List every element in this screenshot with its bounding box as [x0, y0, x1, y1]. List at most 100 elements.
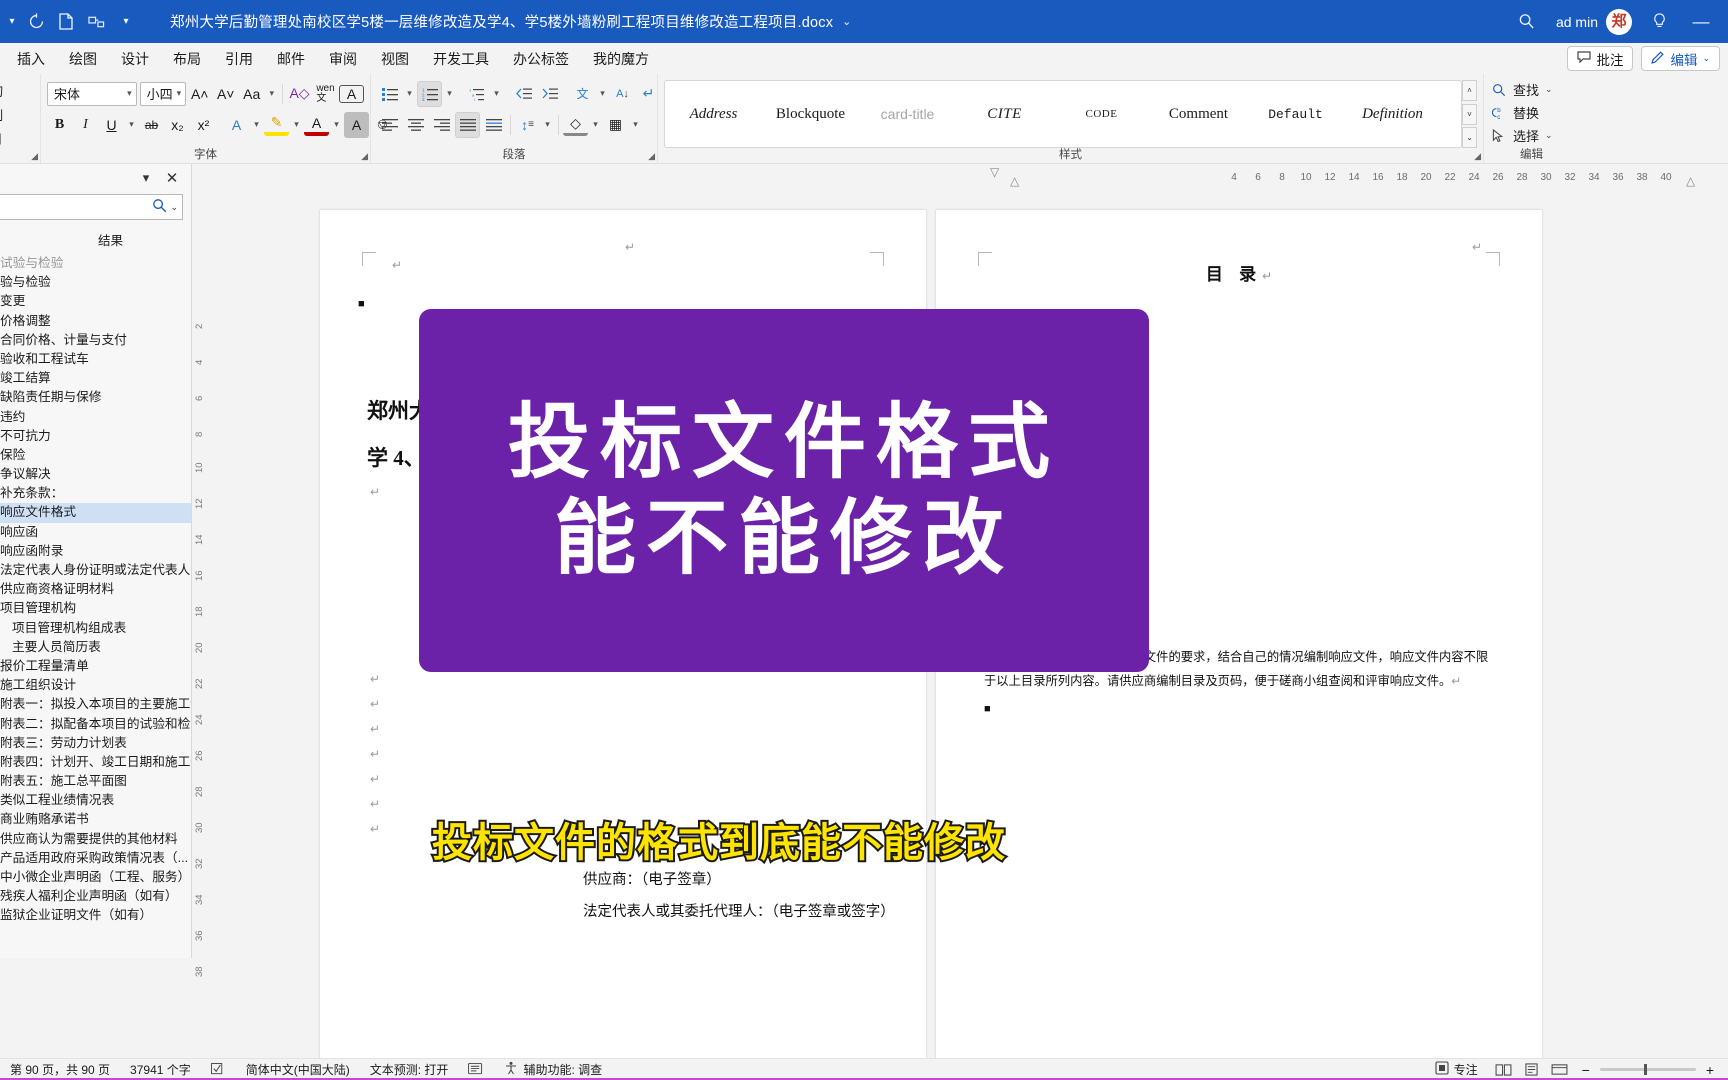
- highlight-color-icon[interactable]: ✎: [264, 114, 289, 136]
- nav-item-34[interactable]: 监狱企业证明文件（如有）: [0, 906, 191, 925]
- nav-item-7[interactable]: 缺陷责任期与保修: [0, 388, 191, 407]
- tab-layout[interactable]: 布局: [162, 46, 212, 72]
- customize-quick-access-icon[interactable]: ▾: [112, 8, 140, 36]
- refresh-icon[interactable]: [22, 8, 50, 36]
- select-button[interactable]: 选择 ⌄: [1490, 124, 1573, 147]
- nav-item-20[interactable]: 主要人员简历表: [0, 638, 191, 657]
- zoom-slider[interactable]: [1599, 1064, 1696, 1075]
- nav-item-16[interactable]: 法定代表人身份证明或法定代表人...: [0, 561, 191, 580]
- change-case-icon[interactable]: Aa: [239, 81, 264, 107]
- hanging-indent-marker[interactable]: △: [1010, 174, 1019, 188]
- search-icon[interactable]: [1506, 5, 1548, 39]
- navigation-results-list[interactable]: 试验与检验 验与检验 变更 价格调整 合同价格、计量与支付 验收和工程试车 竣工…: [0, 252, 191, 958]
- font-dialog-launcher[interactable]: ◢: [361, 151, 368, 162]
- align-left-icon[interactable]: [377, 112, 402, 138]
- subscript-icon[interactable]: x₂: [165, 112, 190, 138]
- user-name[interactable]: ad min: [1548, 14, 1606, 30]
- nav-item-24[interactable]: 附表二：拟配备本项目的试验和检测...: [0, 715, 191, 734]
- style-code[interactable]: CODE: [1053, 81, 1150, 147]
- focus-mode-button[interactable]: 专注: [1425, 1061, 1488, 1078]
- italic-icon[interactable]: I: [73, 112, 98, 138]
- find-button[interactable]: 查找 ⌄: [1490, 78, 1573, 101]
- font-size-combo[interactable]: 小四 ▾: [139, 81, 187, 106]
- format-painter-button[interactable]: 格式刷: [0, 126, 34, 150]
- autosave-icon[interactable]: ▾: [4, 8, 20, 36]
- nav-item-3[interactable]: 价格调整: [0, 312, 191, 331]
- shrink-font-icon[interactable]: A˅: [213, 81, 238, 107]
- chevron-down-icon[interactable]: ▾: [133, 166, 159, 190]
- tab-references[interactable]: 引用: [214, 46, 264, 72]
- underline-icon[interactable]: U: [99, 112, 124, 138]
- line-spacing-icon[interactable]: ↕ ≡: [515, 112, 540, 138]
- multilevel-list-icon[interactable]: 1ai: [464, 81, 489, 107]
- clear-formatting-icon[interactable]: A◇: [287, 81, 312, 107]
- superscript-icon[interactable]: x²: [191, 112, 216, 138]
- zoom-in-button[interactable]: +: [1700, 1062, 1720, 1078]
- tab-insert[interactable]: 插入: [6, 46, 56, 72]
- nav-item-26[interactable]: 附表四：计划开、竣工日期和施工进...: [0, 753, 191, 772]
- nav-item-9[interactable]: 不可抗力: [0, 427, 191, 446]
- styles-scroll-up-button[interactable]: ˄: [1462, 80, 1477, 101]
- tab-draw[interactable]: 绘图: [58, 46, 108, 72]
- styles-gallery-scrollbar[interactable]: ˄ ˅ ⌄: [1462, 80, 1477, 148]
- font-family-combo[interactable]: 宋体 ▾: [47, 81, 137, 106]
- title-dropdown-caret[interactable]: ⌄: [842, 15, 851, 28]
- shading-icon[interactable]: ◇: [563, 114, 588, 136]
- style-blockquote[interactable]: Blockquote: [762, 81, 859, 147]
- distribute-icon[interactable]: [481, 112, 506, 138]
- justify-icon[interactable]: [455, 111, 480, 138]
- style-cite[interactable]: CITE: [956, 81, 1053, 147]
- nav-item-5[interactable]: 验收和工程试车: [0, 350, 191, 369]
- nav-item-30[interactable]: 供应商认为需要提供的其他材料: [0, 830, 191, 849]
- language-indicator[interactable]: 简体中文(中国大陆): [236, 1061, 360, 1078]
- chevron-down-icon[interactable]: ▾: [490, 81, 503, 107]
- share-icon[interactable]: [82, 8, 110, 36]
- copy-button[interactable]: 复制: [0, 102, 34, 126]
- text-prediction-indicator[interactable]: 文本预测: 打开: [360, 1061, 459, 1078]
- chevron-down-icon[interactable]: ▾: [265, 81, 278, 107]
- styles-more-button[interactable]: ⌄: [1462, 127, 1477, 148]
- tab-design[interactable]: 设计: [110, 46, 160, 72]
- text-effects-icon[interactable]: A: [224, 112, 249, 138]
- align-center-icon[interactable]: [403, 112, 428, 138]
- close-icon[interactable]: ✕: [159, 166, 185, 190]
- chevron-down-icon[interactable]: ⌄: [170, 202, 178, 213]
- styles-dialog-launcher[interactable]: ◢: [1474, 151, 1481, 162]
- tab-view[interactable]: 视图: [370, 46, 420, 72]
- chevron-down-icon[interactable]: ▾: [589, 112, 602, 138]
- chevron-down-icon[interactable]: ▾: [541, 112, 554, 138]
- strikethrough-icon[interactable]: ab: [139, 112, 164, 138]
- search-icon[interactable]: [152, 198, 167, 216]
- nav-item-11[interactable]: 争议解决: [0, 465, 191, 484]
- avatar[interactable]: 郑: [1606, 8, 1632, 35]
- nav-item-4[interactable]: 合同价格、计量与支付: [0, 331, 191, 350]
- decrease-indent-icon[interactable]: [511, 81, 536, 107]
- tab-review[interactable]: 审阅: [318, 46, 368, 72]
- paragraph-dialog-launcher[interactable]: ◢: [648, 151, 655, 162]
- phonetic-guide-icon[interactable]: wen 文: [313, 81, 338, 107]
- nav-item-2[interactable]: 变更: [0, 292, 191, 311]
- nav-item-19[interactable]: 项目管理机构组成表: [0, 619, 191, 638]
- styles-scroll-down-button[interactable]: ˅: [1462, 103, 1477, 125]
- character-border-icon[interactable]: A: [339, 84, 364, 103]
- chevron-down-icon[interactable]: ⌄: [1545, 84, 1553, 95]
- tab-office-tabs[interactable]: 办公标签: [502, 46, 580, 72]
- zoom-slider-knob[interactable]: [1643, 1064, 1647, 1075]
- styles-gallery[interactable]: Address Blockquote card-title CITE CODE …: [664, 80, 1462, 148]
- nav-item-25[interactable]: 附表三：劳动力计划表: [0, 734, 191, 753]
- nav-item-12[interactable]: 补充条款：: [0, 484, 191, 503]
- borders-icon[interactable]: ▦: [603, 112, 628, 138]
- navigation-search-box[interactable]: ⌄: [0, 194, 183, 220]
- print-layout-icon[interactable]: [1520, 1061, 1544, 1079]
- style-comment[interactable]: Comment: [1150, 81, 1247, 147]
- nav-item-6[interactable]: 竣工结算: [0, 369, 191, 388]
- nav-item-22[interactable]: 施工组织设计: [0, 676, 191, 695]
- chevron-down-icon[interactable]: ▾: [403, 81, 416, 107]
- clipboard-dialog-launcher[interactable]: ◢: [31, 151, 38, 162]
- nav-item-23[interactable]: 附表一：拟投入本项目的主要施工设...: [0, 695, 191, 714]
- style-default[interactable]: Default: [1247, 81, 1344, 147]
- tab-mailings[interactable]: 邮件: [266, 46, 316, 72]
- first-line-indent-marker[interactable]: ▽: [990, 165, 999, 179]
- nav-item-27[interactable]: 附表五：施工总平面图: [0, 772, 191, 791]
- chevron-down-icon[interactable]: ▾: [596, 81, 609, 107]
